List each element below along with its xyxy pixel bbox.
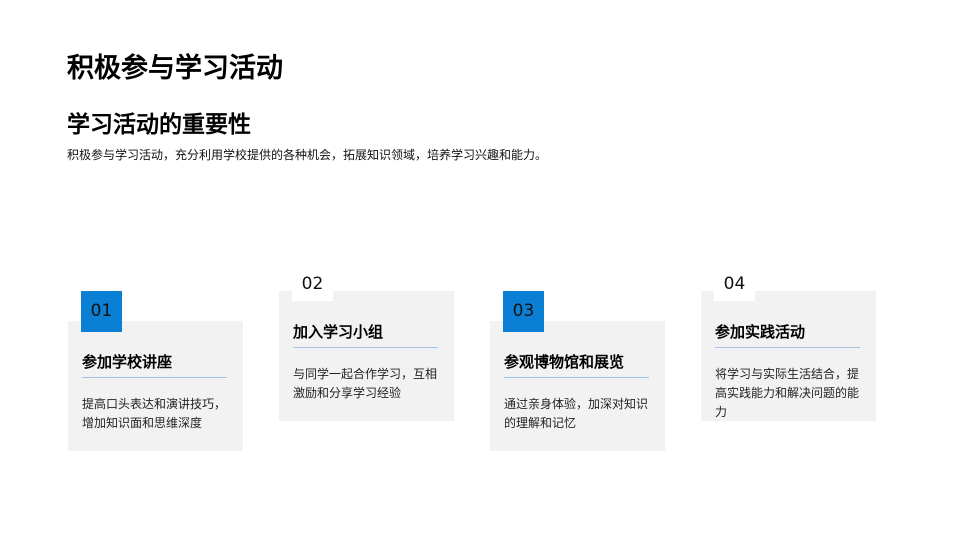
card-number-badge: 04 (714, 271, 755, 301)
activity-card-practice: 参加实践活动 将学习与实际生活结合，提高实践能力和解决问题的能力 (701, 291, 876, 421)
activity-card-lecture: 参加学校讲座 提高口头表达和演讲技巧，增加知识面和思维深度 (68, 321, 243, 451)
card-divider (715, 347, 860, 348)
intro-text: 积极参与学习活动，充分利用学校提供的各种机会，拓展知识领域，培养学习兴趣和能力。 (67, 148, 548, 162)
page-title: 积极参与学习活动 (67, 53, 283, 84)
card-number-badge: 03 (503, 291, 544, 332)
card-title: 参观博物馆和展览 (504, 353, 625, 371)
card-number-badge: 02 (292, 271, 333, 301)
card-title: 参加实践活动 (715, 323, 806, 341)
card-number-badge: 01 (81, 291, 122, 332)
activity-card-study-group: 加入学习小组 与同学一起合作学习，互相激励和分享学习经验 (279, 291, 454, 421)
card-description: 提高口头表达和演讲技巧，增加知识面和思维深度 (82, 397, 227, 430)
card-divider (82, 377, 227, 378)
card-description: 通过亲身体验，加深对知识的理解和记忆 (504, 397, 649, 430)
section-subtitle: 学习活动的重要性 (67, 112, 251, 138)
card-title: 参加学校讲座 (82, 353, 173, 371)
card-divider (504, 377, 649, 378)
card-title: 加入学习小组 (293, 323, 384, 341)
card-description: 与同学一起合作学习，互相激励和分享学习经验 (293, 367, 438, 400)
card-description: 将学习与实际生活结合，提高实践能力和解决问题的能力 (715, 367, 860, 419)
card-divider (293, 347, 438, 348)
activity-card-museum: 参观博物馆和展览 通过亲身体验，加深对知识的理解和记忆 (490, 321, 665, 451)
